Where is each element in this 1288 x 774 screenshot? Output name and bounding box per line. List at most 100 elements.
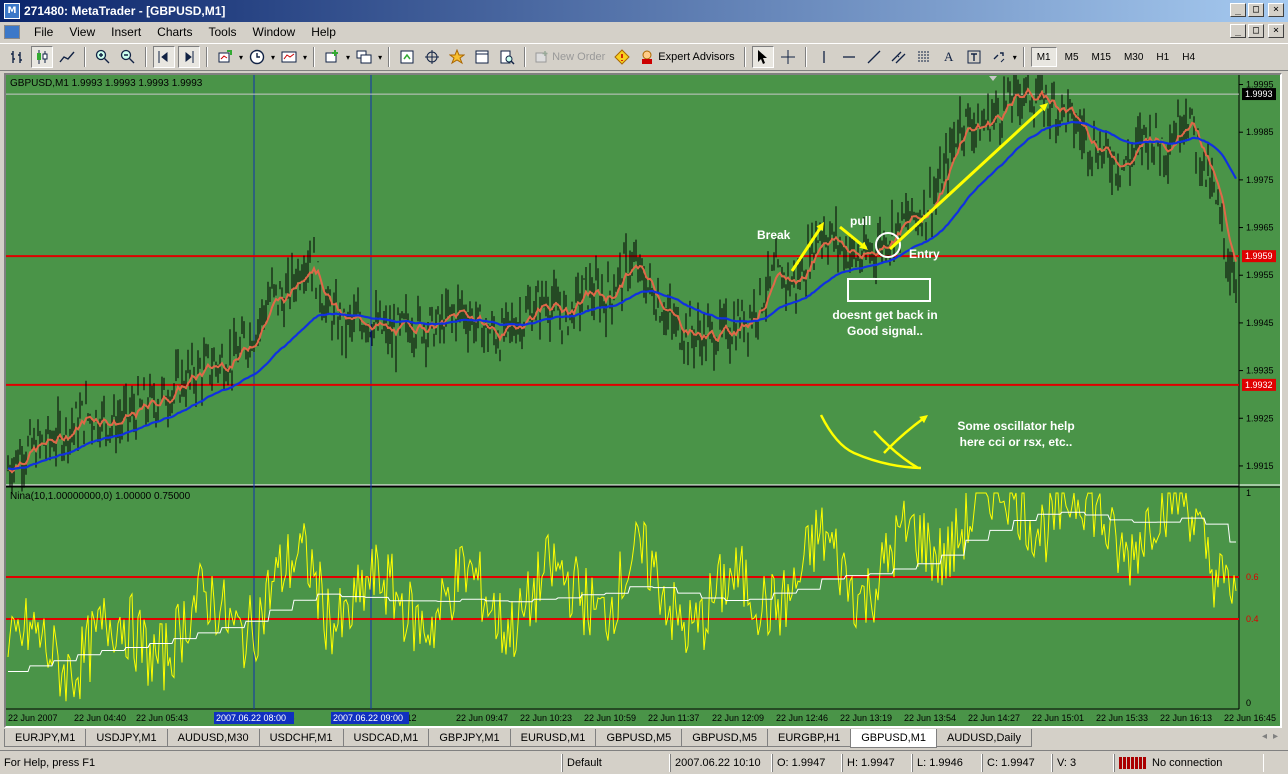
label-note1-line2: Good signal.. bbox=[847, 324, 923, 338]
menu-file[interactable]: File bbox=[26, 25, 61, 39]
chart-window[interactable]: 1.9995 1.9985 1.9975 1.9965 1.9955 1.9945 1.99… bbox=[4, 73, 1282, 728]
timeframe-m30[interactable]: M30 bbox=[1119, 47, 1148, 67]
title-bar[interactable]: M 271480: MetaTrader - [GBPUSD,M1] _ □ × bbox=[0, 0, 1288, 22]
chart-shift-icon[interactable] bbox=[178, 46, 200, 68]
tab-usdcad-m1[interactable]: USDCAD,M1 bbox=[342, 729, 430, 747]
price-axis-label: 1.9995 bbox=[1246, 80, 1274, 90]
mdi-minimize-button[interactable]: _ bbox=[1230, 24, 1246, 38]
star-favorites-icon[interactable] bbox=[446, 46, 468, 68]
tab-gbpusd-m5-2[interactable]: GBPUSD,M5 bbox=[681, 729, 769, 747]
menu-tools[interactable]: Tools bbox=[201, 25, 245, 39]
timeframe-h1[interactable]: H1 bbox=[1151, 47, 1174, 67]
bar-chart-icon[interactable] bbox=[6, 46, 28, 68]
auto-scroll-icon[interactable] bbox=[153, 46, 175, 68]
status-close: C: 1.9947 bbox=[982, 753, 1052, 772]
arrows-icon[interactable] bbox=[988, 46, 1010, 68]
tab-scroll-right-icon[interactable]: ▸ bbox=[1273, 731, 1278, 742]
market-watch-icon[interactable] bbox=[396, 46, 418, 68]
timeframe-h4[interactable]: H4 bbox=[1177, 47, 1200, 67]
time-axis-label: 22 Jun 11:37 bbox=[648, 713, 699, 723]
symbol-tabs: EURJPY,M1 USDJPY,M1 AUDUSD,M30 USDCHF,M1… bbox=[4, 729, 1282, 748]
chart-canvas[interactable]: 1.9995 1.9985 1.9975 1.9965 1.9955 1.9945 1.99… bbox=[6, 75, 1280, 726]
new-chart-icon[interactable] bbox=[321, 46, 343, 68]
tab-eurusd-m1[interactable]: EURUSD,M1 bbox=[509, 729, 597, 747]
status-profile[interactable]: Default bbox=[562, 753, 670, 772]
status-connection[interactable]: No connection bbox=[1114, 753, 1264, 772]
time-axis-label: 22 Jun 13:19 bbox=[840, 713, 892, 723]
label-break: Break bbox=[757, 228, 791, 242]
new-order-button[interactable]: New Order bbox=[532, 50, 608, 64]
new-order-icon bbox=[535, 51, 548, 63]
terminal-icon[interactable] bbox=[471, 46, 493, 68]
equidistant-channel-icon[interactable] bbox=[888, 46, 910, 68]
tab-audusd-daily[interactable]: AUDUSD,Daily bbox=[935, 729, 1032, 747]
cursor-arrow-icon[interactable] bbox=[751, 46, 774, 68]
tab-usdjpy-m1[interactable]: USDJPY,M1 bbox=[85, 729, 168, 747]
strategy-tester-icon[interactable] bbox=[496, 46, 518, 68]
menu-help[interactable]: Help bbox=[303, 25, 344, 39]
tab-usdchf-m1[interactable]: USDCHF,M1 bbox=[258, 729, 344, 747]
mdi-close-button[interactable]: × bbox=[1268, 24, 1284, 38]
tab-audusd-m30[interactable]: AUDUSD,M30 bbox=[166, 729, 260, 747]
oscillator-level-label-2: 0.4 bbox=[1246, 614, 1259, 624]
vertical-line-icon[interactable] bbox=[813, 46, 835, 68]
menu-insert[interactable]: Insert bbox=[103, 25, 149, 39]
tab-eurjpy-m1[interactable]: EURJPY,M1 bbox=[4, 729, 87, 747]
new-order-label: New Order bbox=[552, 51, 606, 63]
trendline-icon[interactable] bbox=[863, 46, 885, 68]
horizontal-line-icon[interactable] bbox=[838, 46, 860, 68]
tab-gbpusd-m1[interactable]: GBPUSD,M1 bbox=[850, 729, 937, 748]
time-axis-label: 22 Jun 05:43 bbox=[136, 713, 188, 723]
tab-eurgbp-h1[interactable]: EURGBP,H1 bbox=[767, 729, 852, 747]
price-axis-label: 1.9915 bbox=[1246, 461, 1274, 471]
label-entry: Entry bbox=[909, 247, 940, 261]
tab-scroll-left-icon[interactable]: ◂ bbox=[1262, 731, 1267, 742]
templates-icon[interactable] bbox=[278, 46, 300, 68]
price-axis-label: 1.9955 bbox=[1246, 270, 1274, 280]
candlestick-icon[interactable] bbox=[31, 46, 53, 68]
zoom-in-icon[interactable] bbox=[92, 46, 114, 68]
alert-diamond-icon[interactable] bbox=[611, 46, 633, 68]
menu-view[interactable]: View bbox=[61, 25, 103, 39]
price-axis-label: 1.9965 bbox=[1246, 223, 1274, 233]
tab-gbpusd-m5[interactable]: GBPUSD,M5 bbox=[595, 729, 683, 747]
crosshair-icon[interactable] bbox=[777, 46, 799, 68]
time-axis-label: 22 Jun 12:09 bbox=[712, 713, 764, 723]
profiles-icon[interactable] bbox=[353, 46, 375, 68]
zoom-out-icon[interactable] bbox=[117, 46, 139, 68]
time-marker-2: 2007.06.22 09:00 bbox=[333, 713, 403, 723]
menu-charts[interactable]: Charts bbox=[149, 25, 200, 39]
indicators-icon[interactable] bbox=[214, 46, 236, 68]
timeframe-m5[interactable]: M5 bbox=[1060, 47, 1084, 67]
status-open: O: 1.9947 bbox=[772, 753, 842, 772]
maximize-button[interactable]: □ bbox=[1248, 3, 1264, 17]
timeframe-m1[interactable]: M1 bbox=[1030, 47, 1057, 67]
close-button[interactable]: × bbox=[1268, 3, 1284, 17]
tab-gbpjpy-m1[interactable]: GBPJPY,M1 bbox=[428, 729, 511, 747]
time-axis-label: 22 Jun 2007 bbox=[8, 713, 58, 723]
oscillator-axis-min: 0 bbox=[1246, 698, 1251, 708]
label-note1-line1: doesnt get back in bbox=[832, 308, 937, 322]
time-marker-1: 2007.06.22 08:00 bbox=[216, 713, 286, 723]
navigator-icon[interactable] bbox=[421, 46, 443, 68]
document-icon[interactable] bbox=[4, 25, 20, 39]
text-tool-icon[interactable]: A bbox=[938, 46, 960, 68]
app-icon: M bbox=[4, 3, 20, 19]
line-chart-icon[interactable] bbox=[56, 46, 78, 68]
minimize-button[interactable]: _ bbox=[1230, 3, 1246, 17]
oscillator-level-label-1: 0.6 bbox=[1246, 572, 1259, 582]
price-axis-label: 1.9945 bbox=[1246, 318, 1274, 328]
fibonacci-icon[interactable] bbox=[913, 46, 935, 68]
status-volume: V: 3 bbox=[1052, 753, 1114, 772]
menu-window[interactable]: Window bbox=[245, 25, 304, 39]
mdi-restore-button[interactable]: □ bbox=[1248, 24, 1264, 38]
text-label-icon[interactable] bbox=[963, 46, 985, 68]
expert-advisors-label: Expert Advisors bbox=[658, 51, 735, 63]
timeframe-m15[interactable]: M15 bbox=[1087, 47, 1116, 67]
window-title: 271480: MetaTrader - [GBPUSD,M1] bbox=[24, 4, 226, 18]
status-help: For Help, press F1 bbox=[0, 753, 562, 772]
periods-clock-icon[interactable] bbox=[246, 46, 268, 68]
expert-advisors-button[interactable]: Expert Advisors bbox=[636, 49, 737, 65]
time-axis-label: 22 Jun 13:54 bbox=[904, 713, 956, 723]
time-axis-label: 22 Jun 15:33 bbox=[1096, 713, 1148, 723]
